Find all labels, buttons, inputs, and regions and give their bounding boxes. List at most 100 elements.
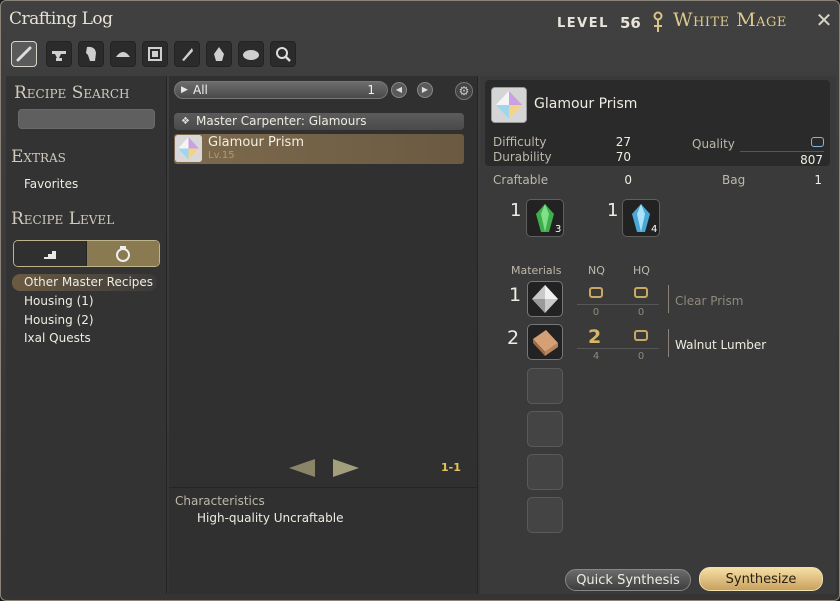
crystal-1-qty: 1: [510, 200, 522, 221]
quick-synthesis-button[interactable]: Quick Synthesis: [565, 569, 691, 591]
goldsmith-icon[interactable]: [110, 41, 136, 67]
synthesize-button[interactable]: Synthesize: [699, 567, 823, 591]
recipe-level: Lv.15: [208, 150, 235, 161]
page-right-icon[interactable]: [333, 459, 359, 477]
material-2-nq-need: 2: [588, 326, 602, 348]
hq-icon: [811, 137, 824, 147]
walnut-lumber-icon: [533, 330, 558, 356]
material-1-separator: [668, 285, 669, 313]
material-2-name: Walnut Lumber: [675, 338, 767, 352]
craftable-value: 0: [624, 173, 632, 187]
characteristics-box: Characteristics High-quality Uncraftable: [169, 487, 477, 595]
crystal-2-count: 4: [651, 224, 658, 235]
culinarian-icon[interactable]: [238, 41, 264, 67]
search-icon[interactable]: [270, 41, 296, 67]
job-icon: [653, 11, 663, 32]
job-name: White Mage: [673, 9, 787, 31]
armorer-icon[interactable]: [78, 41, 104, 67]
recipe-level-toggle[interactable]: [13, 240, 160, 267]
material-1-nq-have: 0: [592, 307, 600, 318]
title-bar[interactable]: Crafting Log LEVEL 56 White Mage ✕: [1, 1, 839, 41]
ice-crystal-slot[interactable]: 4: [622, 199, 660, 237]
item-header: Glamour Prism Difficulty 27 Durability 7…: [485, 80, 830, 167]
recipe-name: Glamour Prism: [208, 135, 304, 150]
recipe-row-glamour-prism[interactable]: Glamour Prism Lv.15: [174, 134, 464, 164]
glamour-prism-icon: [175, 135, 202, 162]
clear-prism-slot[interactable]: [527, 281, 563, 317]
blacksmith-icon[interactable]: [46, 41, 72, 67]
leatherworker-icon[interactable]: [142, 41, 168, 67]
walnut-lumber-slot[interactable]: [527, 324, 563, 360]
recipe-search-heading: Recipe Search: [14, 83, 130, 103]
hq-heading: HQ: [633, 264, 650, 277]
material-2-separator: [668, 329, 669, 357]
page-left-icon[interactable]: [289, 459, 315, 477]
group-title: Master Carpenter: Glamours: [196, 114, 367, 128]
category-housing-1[interactable]: Housing (1): [12, 293, 157, 310]
clear-prism-icon: [532, 285, 558, 313]
materials-heading: Materials: [511, 264, 562, 277]
page-indicator: 1-1: [441, 461, 461, 474]
recipe-group-header[interactable]: ❖ Master Carpenter: Glamours: [174, 113, 464, 130]
characteristics-heading: Characteristics: [175, 494, 265, 508]
crystal-2-qty: 1: [607, 200, 619, 221]
empty-material-slot: [527, 454, 563, 490]
category-ixal-quests[interactable]: Ixal Quests: [12, 330, 157, 347]
material-1-qty: 1: [509, 284, 522, 306]
filter-label: All: [193, 83, 208, 97]
empty-material-slot: [527, 368, 563, 404]
gear-icon[interactable]: ⚙: [455, 82, 473, 100]
recipe-level-heading: Recipe Level: [11, 209, 115, 229]
group-icon: ❖: [181, 116, 190, 127]
quality-underline: [740, 151, 824, 152]
alchemist-icon[interactable]: [206, 41, 232, 67]
material-1-divider: [577, 304, 659, 305]
nq-heading: NQ: [588, 264, 605, 277]
filter-count: 1: [367, 83, 375, 97]
material-2-nq-have: 4: [592, 351, 600, 362]
level-label: LEVEL: [557, 16, 609, 31]
bag-label: Bag: [722, 173, 746, 187]
weaver-icon[interactable]: [174, 41, 200, 67]
level-list-tab[interactable]: [14, 241, 86, 266]
nq-required-icon: [589, 287, 603, 298]
difficulty-value: 27: [615, 135, 631, 149]
favorites-item[interactable]: Favorites: [24, 177, 78, 191]
hq-required-icon: [634, 330, 648, 341]
recipe-search-input[interactable]: [18, 109, 155, 129]
quality-label: Quality: [692, 137, 735, 151]
durability-value: 70: [615, 150, 631, 164]
durability-label: Durability: [493, 150, 552, 164]
next-page-icon[interactable]: ▶: [417, 82, 433, 98]
material-2-divider: [577, 348, 659, 349]
difficulty-label: Difficulty: [493, 135, 547, 149]
characteristics-value: High-quality Uncraftable: [197, 511, 344, 525]
extras-heading: Extras: [11, 147, 66, 167]
close-icon[interactable]: ✕: [813, 9, 835, 31]
category-housing-2[interactable]: Housing (2): [12, 312, 157, 329]
material-1-hq-have: 0: [637, 307, 645, 318]
craftable-label: Craftable: [493, 173, 549, 187]
material-2-qty: 2: [507, 327, 520, 349]
wind-crystal-slot[interactable]: 3: [526, 199, 564, 237]
item-name: Glamour Prism: [534, 96, 638, 112]
quality-value: 807: [800, 153, 823, 167]
crystal-1-count: 3: [555, 224, 562, 235]
recipe-filter-dropdown[interactable]: ▶ All 1: [174, 81, 388, 99]
special-recipes-tab[interactable]: [87, 241, 159, 266]
empty-material-slot: [527, 411, 563, 447]
glamour-prism-icon[interactable]: [491, 87, 527, 123]
crafting-log-window: Crafting Log LEVEL 56 White Mage ✕ Recip…: [0, 0, 840, 601]
left-sidebar: Recipe Search Extras Favorites Recipe Le…: [6, 76, 167, 594]
page-arrows: [289, 459, 359, 477]
window-title: Crafting Log: [9, 9, 113, 29]
empty-material-slot: [527, 497, 563, 533]
recipe-list-panel: ▶ All 1 ◀ ▶ ⚙ ❖ Master Carpenter: Glamou…: [169, 76, 478, 594]
previous-page-icon[interactable]: ◀: [391, 82, 407, 98]
bag-value: 1: [814, 173, 822, 187]
category-other-master-recipes[interactable]: Other Master Recipes: [12, 274, 157, 291]
level-value: 56: [620, 14, 641, 32]
carpenter-icon[interactable]: [11, 41, 37, 67]
material-1-name: Clear Prism: [675, 294, 744, 308]
recipe-detail-panel: Glamour Prism Difficulty 27 Durability 7…: [480, 76, 836, 594]
